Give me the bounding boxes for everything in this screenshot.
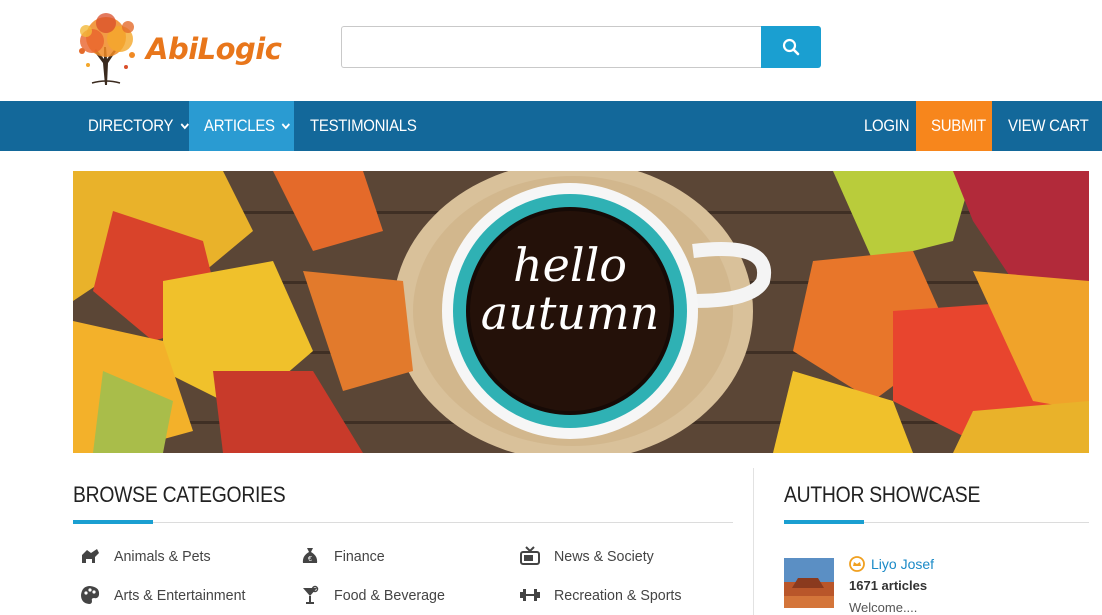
site-header: AbiLogic bbox=[0, 0, 1102, 101]
section-divider bbox=[73, 522, 733, 523]
nav-articles[interactable]: ARTICLES bbox=[204, 101, 291, 151]
author-name-link[interactable]: Liyo Josef bbox=[871, 556, 934, 572]
search-bar bbox=[341, 26, 821, 68]
category-animals-pets[interactable]: Animals & Pets bbox=[79, 543, 216, 569]
main-navigation: DIRECTORY ARTICLES TESTIMONIALS LOGIN SU… bbox=[0, 101, 1102, 151]
category-finance[interactable]: € Finance bbox=[299, 543, 387, 569]
category-news-society[interactable]: News & Society bbox=[519, 543, 659, 569]
pets-icon bbox=[79, 545, 101, 567]
author-badge-icon bbox=[849, 556, 865, 572]
hero-caption: hello autumn bbox=[470, 241, 670, 337]
brand-name: AbiLogic bbox=[146, 32, 282, 66]
section-accent-bar bbox=[784, 520, 864, 524]
chevron-down-icon bbox=[180, 122, 189, 129]
chevron-down-icon bbox=[282, 122, 291, 129]
search-icon bbox=[782, 38, 800, 56]
hero-line-2: autumn bbox=[480, 286, 660, 340]
palette-icon bbox=[79, 584, 101, 606]
svg-text:€: € bbox=[308, 556, 312, 563]
cocktail-icon bbox=[299, 584, 321, 606]
nav-login[interactable]: LOGIN bbox=[864, 101, 910, 151]
tv-icon bbox=[519, 545, 541, 567]
nav-directory[interactable]: DIRECTORY bbox=[88, 101, 189, 151]
tree-logo-icon bbox=[79, 13, 135, 85]
category-arts-entertainment[interactable]: Arts & Entertainment bbox=[79, 582, 252, 608]
search-input[interactable] bbox=[341, 26, 761, 68]
nav-testimonials[interactable]: TESTIMONIALS bbox=[310, 101, 417, 151]
column-divider bbox=[753, 468, 754, 615]
nav-submit[interactable]: SUBMIT bbox=[931, 101, 986, 151]
category-recreation-sports[interactable]: Recreation & Sports bbox=[519, 582, 688, 608]
author-article-count: 1671 articles bbox=[849, 578, 928, 593]
nav-view-cart[interactable]: VIEW CART bbox=[1008, 101, 1089, 151]
search-button[interactable] bbox=[761, 26, 821, 68]
money-bag-icon: € bbox=[299, 545, 321, 567]
dumbbell-icon bbox=[519, 584, 541, 606]
hero-line-1: hello bbox=[513, 238, 627, 292]
hero-banner: hello autumn bbox=[73, 171, 1089, 453]
browse-categories-title: BROWSE CATEGORIES bbox=[73, 482, 286, 507]
site-logo[interactable]: AbiLogic bbox=[72, 10, 282, 88]
author-showcase-title: AUTHOR SHOWCASE bbox=[784, 482, 981, 507]
category-food-beverage[interactable]: Food & Beverage bbox=[299, 582, 451, 608]
section-accent-bar bbox=[73, 520, 153, 524]
author-bio: Welcome.... bbox=[849, 600, 918, 615]
author-avatar[interactable] bbox=[784, 558, 834, 608]
